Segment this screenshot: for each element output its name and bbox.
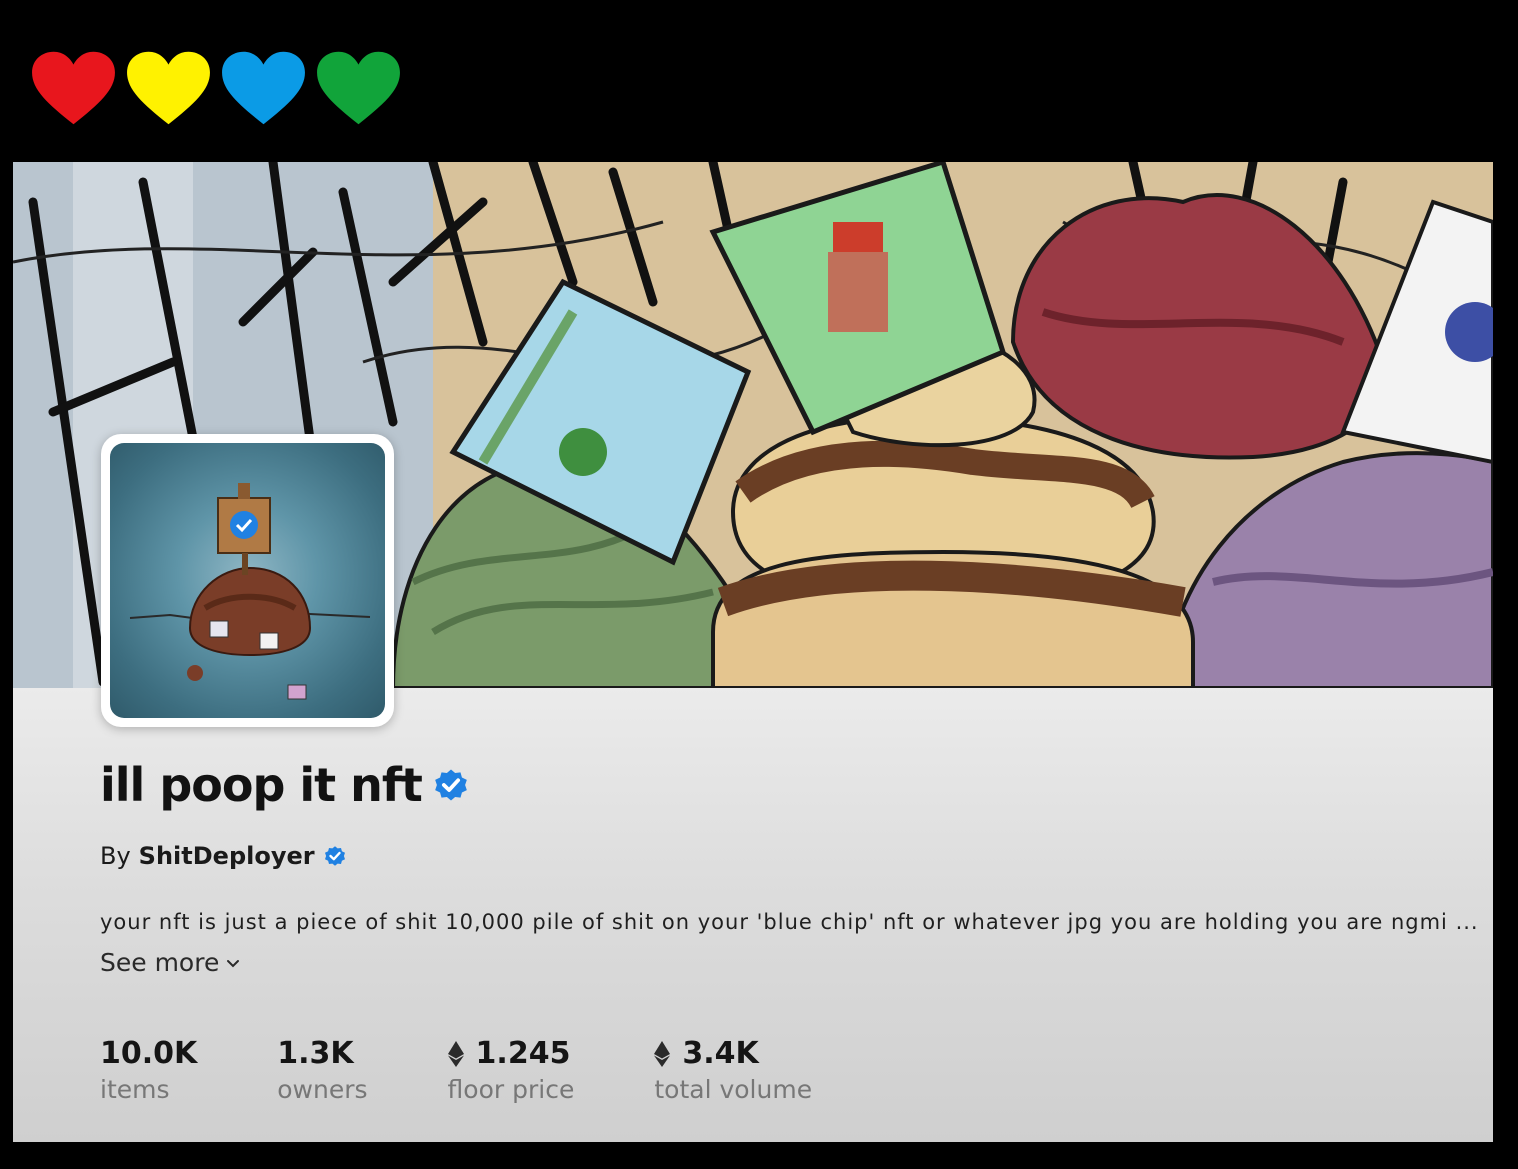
stat-label: floor price <box>447 1075 575 1104</box>
stat-value: 10.0K <box>100 1036 198 1071</box>
collection-description: your nft is just a piece of shit 10,000 … <box>100 910 1479 934</box>
stat-label: owners <box>277 1075 368 1104</box>
verified-badge-icon <box>435 769 467 801</box>
chevron-down-icon <box>227 959 240 967</box>
stat-label: total volume <box>654 1075 813 1104</box>
stat-value: 3.4K <box>654 1036 812 1071</box>
stat-items[interactable]: 10.0K items <box>100 1036 197 1104</box>
creator-row: By ShitDeployer <box>100 842 347 870</box>
collection-avatar[interactable] <box>101 434 394 727</box>
stat-owners[interactable]: 1.3K owners <box>277 1036 367 1104</box>
creator-prefix: By <box>100 842 131 870</box>
avatar-image <box>110 443 385 718</box>
collection-title-row: ill poop it nft <box>100 758 470 812</box>
red-heart-icon <box>30 50 117 126</box>
stat-floor-price[interactable]: 1.245 floor price <box>447 1036 575 1104</box>
yellow-heart-icon <box>125 50 212 126</box>
creator-name-link[interactable]: ShitDeployer <box>139 842 315 870</box>
collection-stats: 10.0K items 1.3K owners 1.245 floor pric… <box>100 1036 892 1104</box>
stat-value: 1.3K <box>277 1036 354 1071</box>
stat-value: 1.245 <box>447 1036 575 1071</box>
blue-heart-icon <box>220 50 307 126</box>
collection-page: ill poop it nft By ShitDeployer your nft… <box>13 162 1493 1142</box>
hearts-row <box>30 50 402 126</box>
collection-name: ill poop it nft <box>100 758 423 812</box>
green-heart-icon <box>315 50 402 126</box>
stat-label: items <box>100 1075 170 1104</box>
creator-verified-badge-icon <box>324 846 345 866</box>
stat-total-volume[interactable]: 3.4K total volume <box>654 1036 812 1104</box>
ethereum-icon <box>654 1040 671 1067</box>
see-more-button[interactable]: See more <box>100 948 241 977</box>
see-more-label: See more <box>100 948 220 977</box>
ethereum-icon <box>447 1040 464 1067</box>
